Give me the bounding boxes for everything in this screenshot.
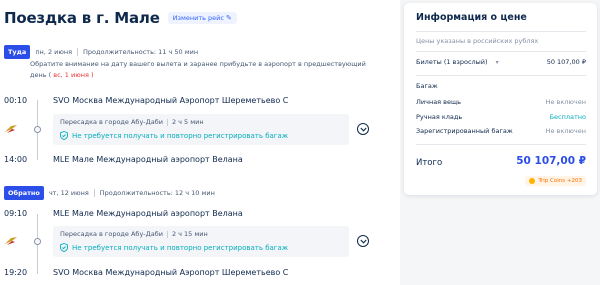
return-transfer-box: Пересадка в городе Абу-Даби 2 ч 15 мин Не… — [53, 226, 349, 257]
return-departure-time: 09:10 — [4, 209, 28, 218]
outbound-date: пн, 2 июня — [35, 48, 73, 56]
outbound-badge: Туда — [4, 45, 31, 59]
return-arrival-airport: SVO Москва Международный Аэропорт Шереме… — [53, 268, 289, 277]
outbound-date-notice: Обратите внимание на дату вашего вылета … — [30, 59, 375, 81]
baggage-value: Бесплатно — [549, 113, 586, 121]
outbound-transfer-box: Пересадка в городе Абу-Даби 2 ч 5 мин Не … — [53, 114, 349, 145]
divider — [166, 230, 168, 238]
return-badge: Обратно — [4, 186, 44, 200]
return-departure-airport: MLE Мале Международный аэропорт Велана — [53, 209, 243, 218]
transfer-duration: 2 ч 15 мин — [171, 230, 208, 238]
return-duration: Продолжительность: 12 ч 10 мин — [99, 189, 215, 197]
divider — [166, 118, 168, 126]
outbound-arrival-airport: MLE Мале Международный аэропорт Велана — [53, 155, 243, 164]
chevron-down-icon — [359, 127, 367, 132]
return-date: чт, 12 июня — [48, 189, 89, 197]
price-card-title: Информация о цене — [416, 12, 527, 23]
tickets-label: Билеты (1 взрослый) — [416, 58, 488, 66]
baggage-value: Не включен — [545, 127, 586, 135]
divider — [416, 75, 586, 76]
transfer-duration: 2 ч 5 мин — [171, 118, 204, 126]
transfer-city: Пересадка в городе Абу-Даби — [60, 118, 163, 126]
baggage-row: Личная вещь Не включен — [416, 98, 586, 106]
price-info-card: Информация о цене Цены указаны в российс… — [404, 3, 597, 195]
chevron-down-icon — [359, 239, 367, 244]
transfer-note: Не требуется получать и повторно регистр… — [72, 131, 289, 140]
total-label: Итого — [416, 158, 443, 168]
trip-coins-label: Trip Coins +203 — [538, 178, 582, 184]
baggage-label: Личная вещь — [416, 98, 461, 106]
pencil-icon: ✎ — [225, 14, 232, 22]
transfer-dot-icon: ◦ — [34, 238, 41, 245]
expand-return-button[interactable] — [357, 235, 369, 247]
airline-logo-icon — [5, 125, 17, 133]
baggage-value: Не включен — [545, 98, 586, 106]
outbound-header: Туда пн, 2 июня Продолжительность: 11 ч … — [4, 45, 198, 59]
baggage-row: Ручная кладь Бесплатно — [416, 113, 586, 121]
chevron-down-icon: ▾ — [495, 59, 499, 66]
return-arrival-time: 19:20 — [4, 268, 28, 277]
divider — [93, 189, 95, 197]
outbound-departure-time: 00:10 — [4, 96, 28, 105]
transfer-city: Пересадка в городе Абу-Даби — [60, 230, 163, 238]
change-flight-label: Изменить рейс — [172, 14, 224, 22]
baggage-row: Зарегистрированный багаж Не включен — [416, 127, 586, 135]
total-price: 50 107,00 ₽ — [516, 155, 586, 167]
baggage-label: Зарегистрированный багаж — [416, 127, 513, 135]
trip-coins-badge: Trip Coins +203 — [525, 176, 586, 186]
baggage-label: Ручная кладь — [416, 113, 463, 121]
shield-icon — [60, 243, 68, 252]
outbound-duration: Продолжительность: 11 ч 50 мин — [83, 48, 199, 56]
divider — [77, 48, 79, 56]
divider — [416, 51, 586, 52]
outbound-departure-airport: SVO Москва Международный Аэропорт Шереме… — [53, 96, 289, 105]
airline-logo-icon — [5, 237, 17, 245]
transfer-note: Не требуется получать и повторно регистр… — [72, 243, 289, 252]
tickets-row[interactable]: Билеты (1 взрослый) ▾ 50 107,00 ₽ — [416, 58, 586, 66]
notice-date: вс, 1 июня — [53, 71, 89, 79]
transfer-dot-icon: ◦ — [34, 126, 41, 133]
return-header: Обратно чт, 12 июня Продолжительность: 1… — [4, 186, 215, 200]
change-flight-button[interactable]: Изменить рейс ✎ — [167, 12, 237, 24]
title-row: Поездка в г. Мале Изменить рейс ✎ — [4, 9, 237, 27]
page-title: Поездка в г. Мале — [4, 9, 160, 27]
itinerary-panel: Поездка в г. Мале Изменить рейс ✎ Туда п… — [0, 0, 400, 285]
baggage-heading: Багаж — [416, 82, 586, 90]
divider — [416, 144, 586, 145]
divider — [416, 31, 586, 32]
notice-close: ) — [90, 71, 94, 79]
baggage-heading-label: Багаж — [416, 82, 438, 90]
price-currency-note: Цены указаны в российских рублях — [416, 37, 539, 45]
tickets-value: 50 107,00 ₽ — [546, 58, 586, 66]
expand-outbound-button[interactable] — [357, 123, 369, 135]
shield-icon — [60, 131, 68, 140]
coin-icon — [529, 178, 536, 184]
outbound-arrival-time: 14:00 — [4, 155, 28, 164]
